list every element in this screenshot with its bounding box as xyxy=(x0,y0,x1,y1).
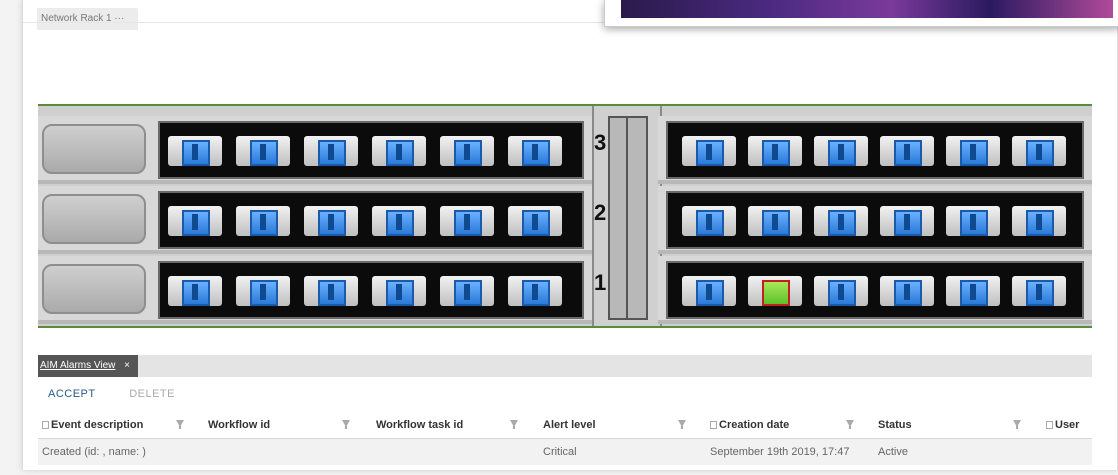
port[interactable] xyxy=(1012,136,1066,166)
port[interactable] xyxy=(236,206,290,236)
port[interactable] xyxy=(682,206,736,236)
port[interactable] xyxy=(946,206,1000,236)
filter-icon[interactable] xyxy=(176,420,184,429)
filter-icon[interactable] xyxy=(342,420,350,429)
accept-button[interactable]: ACCEPT xyxy=(48,388,96,400)
port[interactable] xyxy=(814,206,868,236)
port[interactable] xyxy=(508,136,562,166)
port[interactable] xyxy=(236,276,290,306)
table-row[interactable]: Created (id: , name: ) Critical Septembe… xyxy=(38,439,1092,465)
rack-row-2-left xyxy=(38,186,592,254)
alarms-tab-bar: AIM Alarms View × xyxy=(38,355,1092,377)
column-header-creation-date[interactable]: Creation date xyxy=(710,412,789,438)
slot-label-2: 2 xyxy=(594,200,607,225)
port[interactable] xyxy=(168,206,222,236)
alarm-actions: ACCEPT DELETE xyxy=(48,388,175,400)
port[interactable] xyxy=(168,136,222,166)
port-panel xyxy=(666,191,1084,249)
rack-right-half xyxy=(658,106,1092,326)
port[interactable] xyxy=(168,276,222,306)
port[interactable] xyxy=(508,206,562,236)
port[interactable] xyxy=(372,276,426,306)
port[interactable] xyxy=(880,276,934,306)
port-panel xyxy=(158,121,584,179)
port[interactable] xyxy=(682,276,736,306)
filter-icon[interactable] xyxy=(510,420,518,429)
port-panel xyxy=(666,121,1084,179)
rack-row-1-left xyxy=(38,256,592,324)
port[interactable] xyxy=(682,136,736,166)
port[interactable] xyxy=(814,276,868,306)
alarms-tab-label: AIM Alarms View xyxy=(40,360,116,371)
cell-creation-date: September 19th 2019, 17:47 xyxy=(710,446,850,458)
port[interactable] xyxy=(508,276,562,306)
rack-handle xyxy=(42,264,146,314)
rack-row-3-right xyxy=(658,116,1092,184)
port[interactable] xyxy=(236,136,290,166)
filter-icon[interactable] xyxy=(846,420,854,429)
column-header-workflow-id[interactable]: Workflow id xyxy=(208,412,270,438)
thumbnail-preview[interactable] xyxy=(604,0,1118,27)
tab-aim-alarms-view[interactable]: AIM Alarms View × xyxy=(38,355,139,377)
sort-icon xyxy=(42,421,49,430)
center-module-bar xyxy=(608,116,648,320)
port[interactable] xyxy=(372,206,426,236)
port[interactable] xyxy=(304,276,358,306)
slot-label-3: 3 xyxy=(594,130,607,155)
thumbnail-image xyxy=(621,0,1113,18)
cell-status: Active xyxy=(878,446,908,458)
alarms-table: Event description Workflow id Workflow t… xyxy=(38,412,1092,465)
port[interactable] xyxy=(440,136,494,166)
cell-alert-level: Critical xyxy=(543,446,577,458)
column-header-event-description[interactable]: Event description xyxy=(42,412,143,438)
port[interactable] xyxy=(946,276,1000,306)
rack-handle xyxy=(42,124,146,174)
port[interactable] xyxy=(814,136,868,166)
rack-row-1-right xyxy=(658,256,1092,324)
port-alert[interactable] xyxy=(748,276,802,306)
port[interactable] xyxy=(880,206,934,236)
port[interactable] xyxy=(1012,206,1066,236)
rack-row-3-left xyxy=(38,116,592,184)
port[interactable] xyxy=(880,136,934,166)
column-header-user[interactable]: User xyxy=(1046,412,1079,438)
cell-event-description: Created (id: , name: ) xyxy=(42,446,146,458)
port[interactable] xyxy=(440,206,494,236)
sort-icon xyxy=(1046,421,1053,430)
port[interactable] xyxy=(440,276,494,306)
port[interactable] xyxy=(748,136,802,166)
port-panel xyxy=(666,261,1084,319)
sort-icon xyxy=(710,421,717,430)
port[interactable] xyxy=(304,206,358,236)
network-rack-view: 3 2 1 xyxy=(38,104,1092,328)
close-icon[interactable]: × xyxy=(124,360,130,371)
port-panel xyxy=(158,191,584,249)
column-header-workflow-task-id[interactable]: Workflow task id xyxy=(376,412,463,438)
port[interactable] xyxy=(304,136,358,166)
column-header-alert-level[interactable]: Alert level xyxy=(543,412,596,438)
port[interactable] xyxy=(1012,276,1066,306)
port-panel xyxy=(158,261,584,319)
rack-row-2-right xyxy=(658,186,1092,254)
tab-network-rack[interactable]: Network Rack 1 ··· xyxy=(37,8,139,30)
rack-left-half xyxy=(38,106,592,326)
port[interactable] xyxy=(946,136,1000,166)
port[interactable] xyxy=(748,206,802,236)
delete-button[interactable]: DELETE xyxy=(129,388,175,400)
rack-handle xyxy=(42,194,146,244)
column-header-status[interactable]: Status xyxy=(878,412,912,438)
table-header: Event description Workflow id Workflow t… xyxy=(38,412,1092,439)
center-module: 3 2 1 xyxy=(592,106,662,326)
filter-icon[interactable] xyxy=(678,420,686,429)
filter-icon[interactable] xyxy=(1013,420,1021,429)
slot-label-1: 1 xyxy=(594,270,607,295)
port[interactable] xyxy=(372,136,426,166)
